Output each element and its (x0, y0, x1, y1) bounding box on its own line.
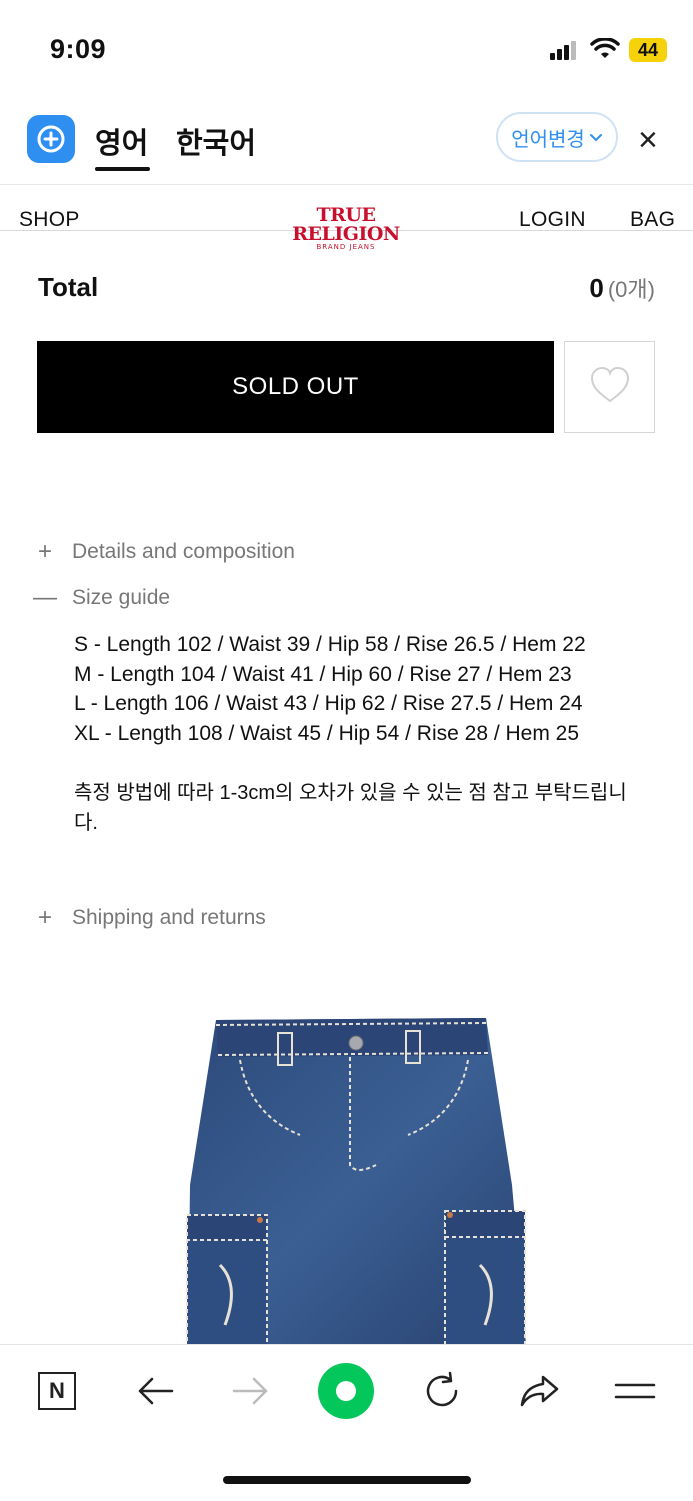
forward-arrow-icon[interactable] (228, 1368, 274, 1414)
size-line-l: L - Length 106 / Waist 43 / Hip 62 / Ris… (74, 692, 583, 715)
signal-icon (550, 40, 578, 65)
total-amount: 0 (589, 273, 604, 303)
translate-app-icon[interactable] (27, 115, 75, 163)
size-guide-content: S - Length 102 / Waist 39 / Hip 58 / Ris… (74, 630, 586, 748)
wishlist-button[interactable] (564, 341, 655, 433)
tab-korean[interactable]: 한국어 (176, 120, 256, 162)
naver-n-label: N (38, 1372, 76, 1410)
wifi-icon (590, 37, 620, 65)
chevron-down-icon (589, 126, 603, 149)
plus-icon: + (37, 904, 52, 931)
true-religion-logo[interactable]: TRUE RELIGION BRAND JEANS (278, 206, 414, 251)
status-time: 9:09 (50, 34, 107, 64)
close-icon[interactable]: × (638, 120, 658, 160)
logo-main-text: TRUE RELIGION (292, 204, 400, 245)
accordion-shipping-label: Shipping and returns (72, 906, 266, 929)
bag-link[interactable]: BAG (630, 208, 675, 232)
battery-icon: 44 (629, 38, 667, 62)
back-arrow-icon[interactable] (132, 1368, 178, 1414)
minus-icon: — (33, 584, 57, 611)
green-circle-icon[interactable] (318, 1363, 374, 1419)
menu-icon[interactable] (612, 1368, 658, 1414)
login-link[interactable]: LOGIN (519, 208, 586, 232)
total-value: 0 (0개) (589, 272, 655, 304)
naver-n-icon[interactable]: N (34, 1368, 80, 1414)
total-label: Total (38, 272, 99, 302)
change-language-label: 언어변경 (511, 128, 585, 151)
logo-sub-text: BRAND JEANS (316, 243, 376, 251)
home-indicator (223, 1476, 471, 1484)
divider (0, 184, 693, 185)
accordion-details-label: Details and composition (72, 540, 295, 563)
size-line-s: S - Length 102 / Waist 39 / Hip 58 / Ris… (74, 633, 586, 656)
refresh-icon[interactable] (419, 1368, 465, 1414)
sold-out-button[interactable]: SOLD OUT (37, 341, 554, 433)
active-tab-indicator (95, 167, 150, 171)
plus-icon: + (37, 538, 52, 565)
tab-english[interactable]: 영어 (95, 120, 148, 162)
product-image (180, 1015, 532, 1345)
size-line-xl: XL - Length 108 / Waist 45 / Hip 54 / Ri… (74, 721, 580, 745)
shop-link[interactable]: SHOP (19, 208, 80, 232)
accordion-shipping[interactable]: + Shipping and returns (36, 904, 266, 932)
share-icon[interactable] (516, 1368, 562, 1414)
heart-icon (589, 366, 631, 409)
change-language-button[interactable]: 언어변경 (496, 112, 618, 162)
size-guide-note: 측정 방법에 따라 1-3cm의 오차가 있을 수 있는 점 참고 부탁드립니다… (74, 782, 627, 834)
size-line-m: M - Length 104 / Waist 41 / Hip 60 / Ris… (74, 662, 572, 686)
total-count: (0개) (607, 277, 655, 302)
accordion-size-guide[interactable]: — Size guide (33, 584, 171, 612)
green-circle-dot (336, 1381, 356, 1401)
accordion-details[interactable]: + Details and composition (36, 538, 295, 566)
accordion-size-guide-label: Size guide (72, 586, 171, 609)
